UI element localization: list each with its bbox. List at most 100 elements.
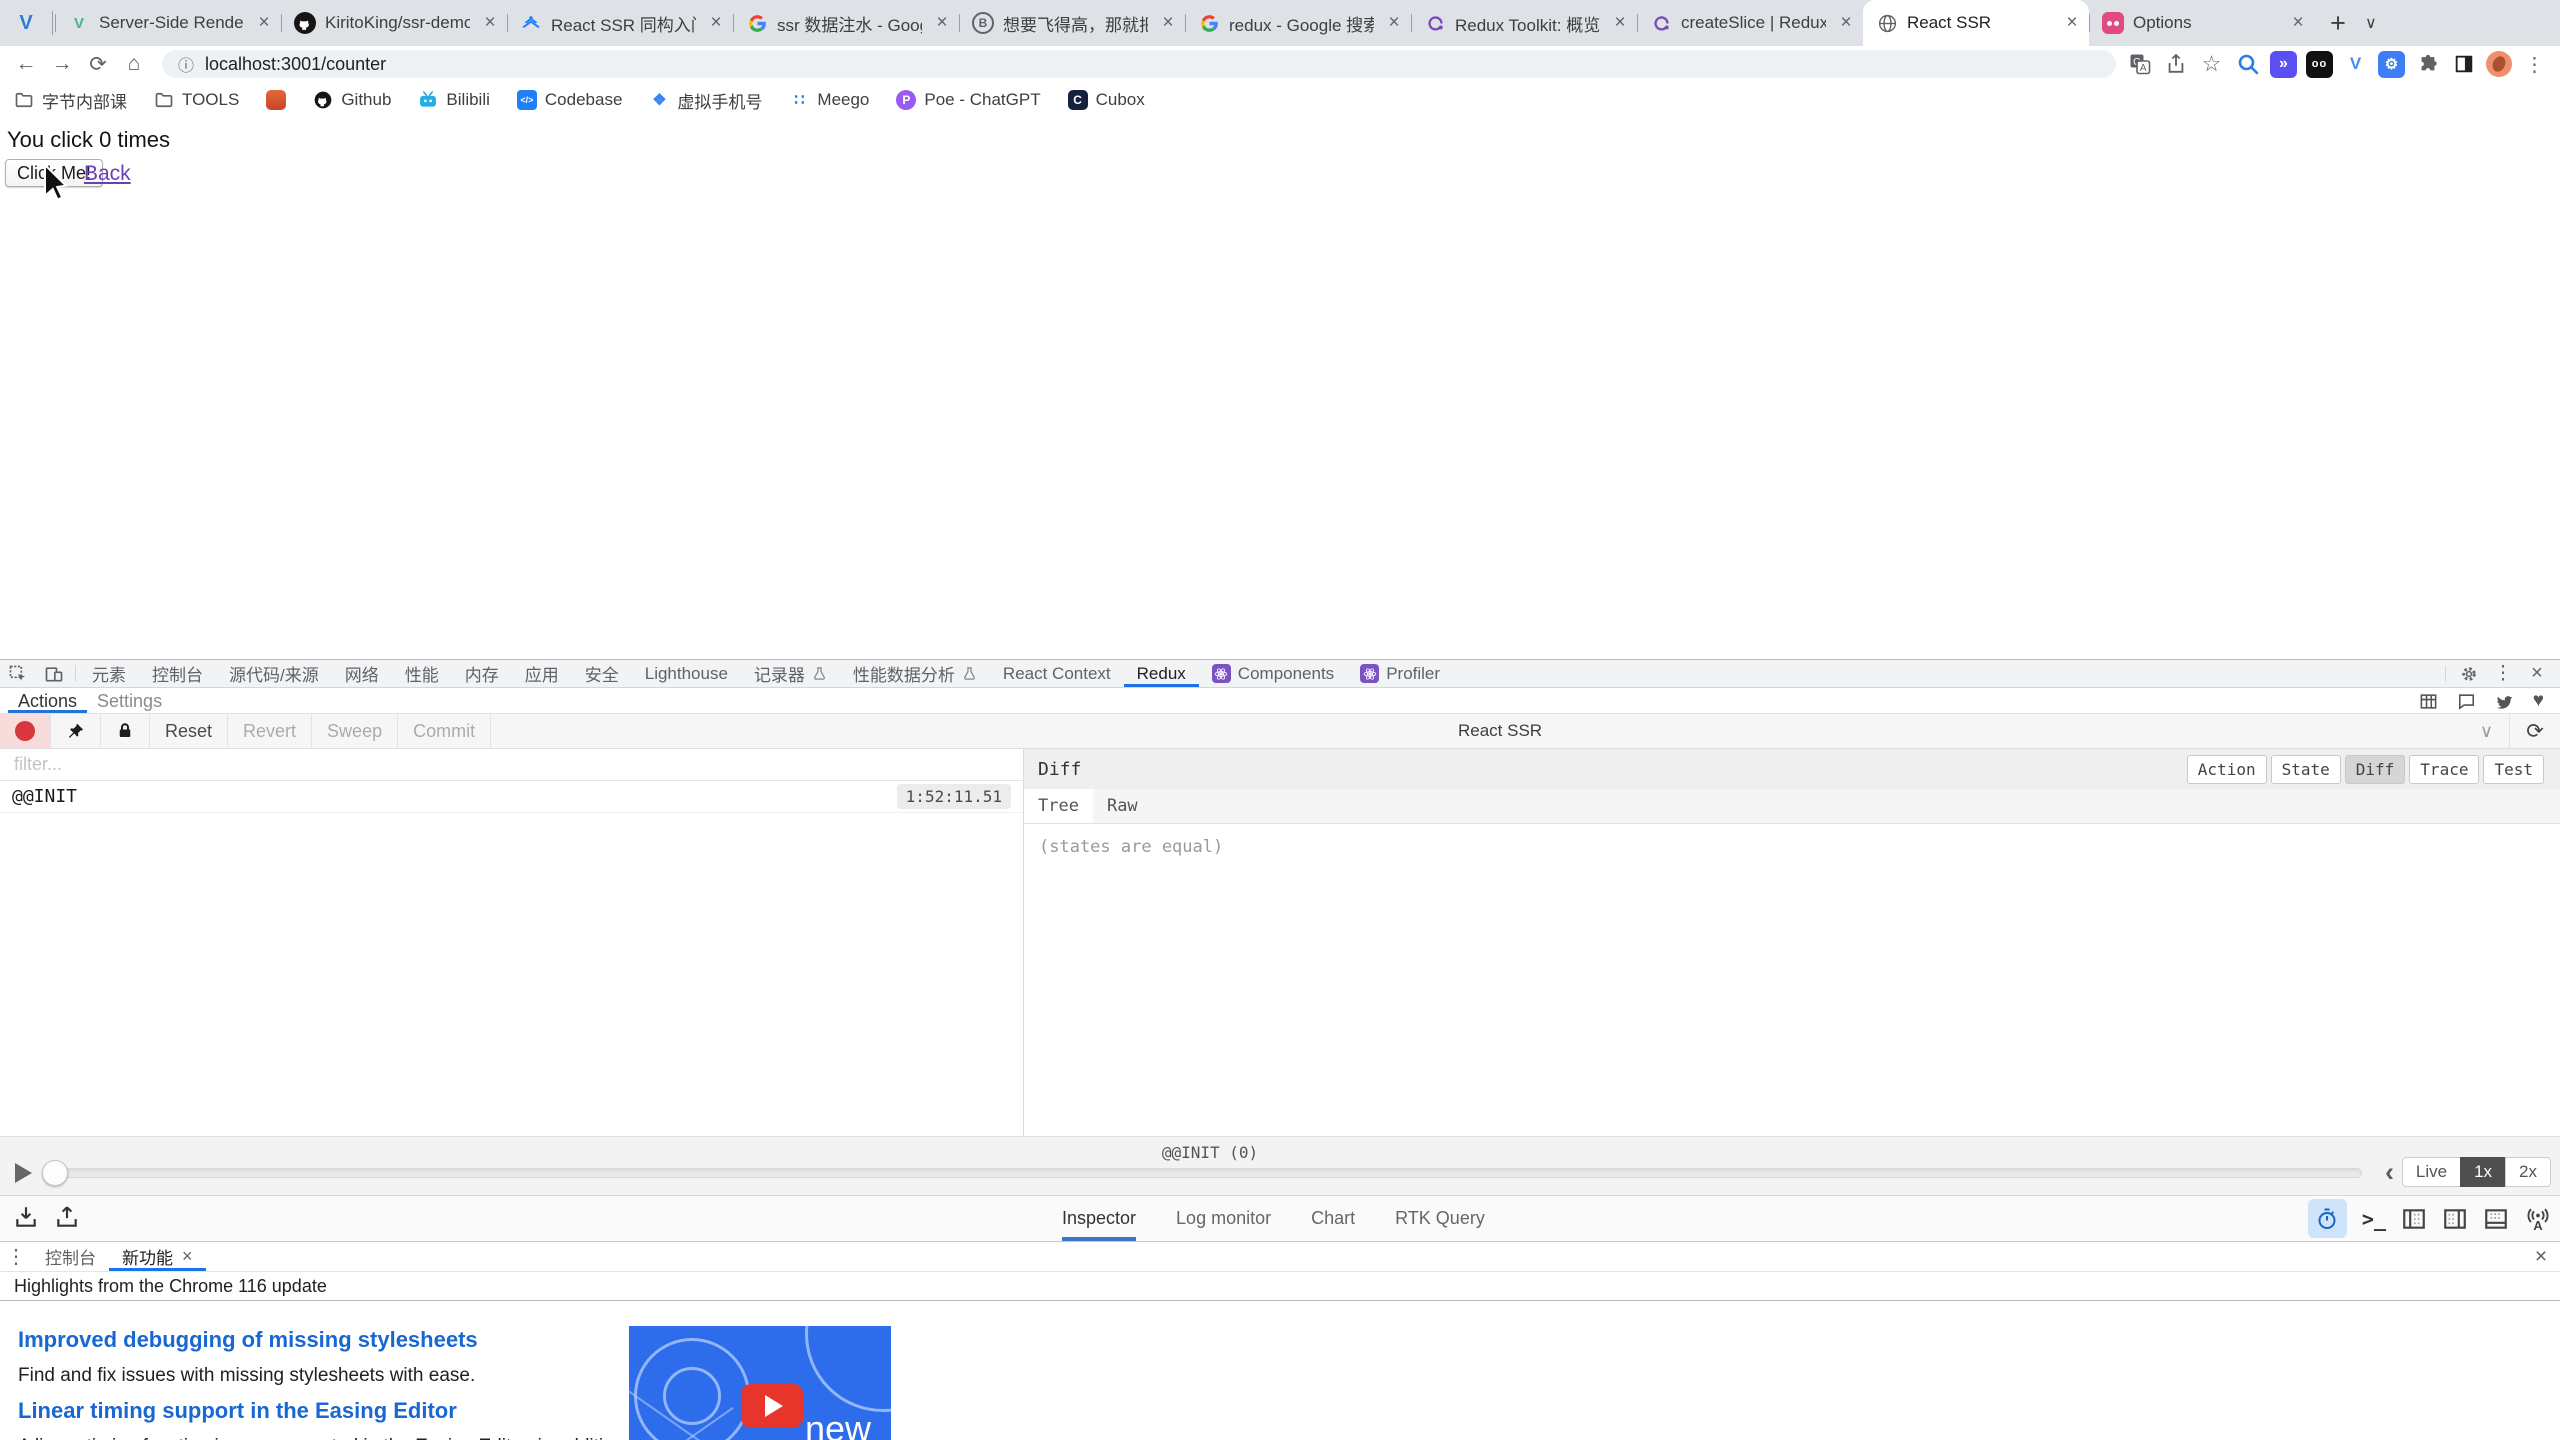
commit-button[interactable]: Commit	[398, 714, 491, 748]
layout-left-icon[interactable]	[2401, 1206, 2427, 1232]
tab-sources[interactable]: 源代码/来源	[216, 660, 332, 687]
export-icon[interactable]	[13, 1204, 39, 1230]
extensions-puzzle-icon[interactable]	[2414, 51, 2441, 78]
new-tab-button[interactable]: +	[2315, 8, 2361, 39]
tab-performance-insights[interactable]: 性能数据分析	[840, 660, 990, 687]
monitor-tab-rtk-query[interactable]: RTK Query	[1395, 1196, 1485, 1241]
inspect-element-icon[interactable]	[0, 660, 36, 687]
tab-profiler[interactable]: Profiler	[1347, 660, 1453, 687]
instance-select[interactable]: React SSR ∨	[491, 714, 2510, 748]
record-button[interactable]	[0, 714, 51, 748]
share-icon[interactable]	[2162, 51, 2189, 78]
close-icon[interactable]: ×	[1383, 12, 1405, 34]
close-icon[interactable]: ×	[253, 12, 275, 34]
tab-google-search-ssr[interactable]: ssr 数据注水 - Google 搜索 ×	[733, 0, 959, 46]
gear-icon[interactable]	[2454, 665, 2484, 683]
tab-performance[interactable]: 性能	[392, 660, 452, 687]
bookmark-folder-bytedance[interactable]: 字节内部课	[14, 88, 127, 113]
forward-icon[interactable]: →	[44, 48, 80, 80]
video-thumbnail[interactable]: new	[629, 1326, 891, 1440]
reset-button[interactable]: Reset	[150, 714, 228, 748]
bookmark-virtual-phone[interactable]: ❖ 虚拟手机号	[649, 88, 762, 113]
site-info-icon[interactable]: ⓘ	[178, 52, 194, 76]
back-link[interactable]: Back	[84, 162, 131, 186]
bookmark-github[interactable]: Github	[313, 90, 391, 110]
close-icon[interactable]: ×	[182, 1246, 193, 1267]
view-tab-tree[interactable]: Tree	[1024, 789, 1093, 823]
twitter-icon[interactable]	[2495, 692, 2514, 711]
article-title[interactable]: Improved debugging of missing stylesheet…	[18, 1327, 478, 1353]
tab-application[interactable]: 应用	[512, 660, 572, 687]
tab-console[interactable]: 控制台	[139, 660, 216, 687]
layout-bottom-icon[interactable]	[2483, 1206, 2509, 1232]
pinned-tab[interactable]: V	[0, 0, 52, 46]
revert-button[interactable]: Revert	[228, 714, 312, 748]
feedback-icon[interactable]	[2457, 692, 2476, 711]
reading-mode-icon[interactable]	[2450, 51, 2477, 78]
goggles-extension-icon[interactable]: oo	[2306, 51, 2333, 78]
close-icon[interactable]: ×	[705, 12, 727, 34]
mode-test-button[interactable]: Test	[2483, 755, 2544, 784]
bookmark-cubox[interactable]: C Cubox	[1068, 90, 1145, 110]
vue-devtools-icon[interactable]: V	[2342, 51, 2369, 78]
tab-memory[interactable]: 内存	[452, 660, 512, 687]
profile-avatar[interactable]	[2486, 51, 2512, 77]
close-icon[interactable]: ×	[1609, 12, 1631, 34]
tab-security[interactable]: 安全	[572, 660, 632, 687]
bookmark-codebase[interactable]: </> Codebase	[517, 90, 623, 110]
dispatcher-icon[interactable]: >_	[2362, 1207, 2386, 1231]
redux-tab-actions[interactable]: Actions	[8, 689, 87, 713]
search-extension-icon[interactable]	[2234, 51, 2261, 78]
play-icon[interactable]	[15, 1163, 32, 1183]
devtools-menu-icon[interactable]: ⋮	[2488, 662, 2518, 685]
tab-redux-toolkit-overview[interactable]: Redux Toolkit: 概览 | Redux 中 ×	[1411, 0, 1637, 46]
mode-trace-button[interactable]: Trace	[2409, 755, 2479, 784]
view-tab-raw[interactable]: Raw	[1093, 789, 1152, 823]
sync-button[interactable]: ⟳	[2510, 714, 2560, 748]
tab-components[interactable]: Components	[1199, 660, 1347, 687]
monitor-tab-log-monitor[interactable]: Log monitor	[1176, 1196, 1271, 1241]
home-icon[interactable]: ⌂	[116, 48, 152, 80]
speed-2x-button[interactable]: 2x	[2505, 1157, 2551, 1187]
lock-button[interactable]	[101, 714, 150, 748]
monitor-tab-chart[interactable]: Chart	[1311, 1196, 1355, 1241]
close-icon[interactable]: ×	[2287, 12, 2309, 34]
close-icon[interactable]: ×	[1157, 12, 1179, 34]
bookmark-folder-tools[interactable]: TOOLS	[154, 90, 239, 110]
device-toolbar-icon[interactable]	[36, 660, 72, 687]
bookmark-meego[interactable]: ∷ Meego	[789, 90, 869, 110]
action-list-item[interactable]: @@INIT 1:52:11.51	[0, 781, 1023, 813]
heart-icon[interactable]: ♥	[2533, 690, 2544, 712]
tab-juejin-article[interactable]: React SSR 同构入门与原理 - 掘 ×	[507, 0, 733, 46]
tab-blog-article[interactable]: B 想要飞得高，那就把地平线忘掉 ×	[959, 0, 1185, 46]
speed-live-button[interactable]: Live	[2402, 1157, 2461, 1187]
speed-1x-button[interactable]: 1x	[2460, 1157, 2506, 1187]
close-icon[interactable]: ×	[1835, 12, 1857, 34]
timeline-slider[interactable]	[46, 1168, 2362, 1178]
tab-search-chevron-icon[interactable]: ∨	[2365, 13, 2377, 33]
monitor-tab-inspector[interactable]: Inspector	[1062, 1196, 1136, 1241]
import-icon[interactable]	[54, 1204, 80, 1230]
filter-input[interactable]	[0, 754, 1023, 775]
tab-network[interactable]: 网络	[332, 660, 392, 687]
bookmark-bilibili[interactable]: Bilibili	[418, 90, 489, 110]
bookmark-star-icon[interactable]: ☆	[2198, 51, 2225, 78]
translate-icon[interactable]: GA	[2126, 51, 2153, 78]
slider-toggle-button[interactable]	[2308, 1199, 2347, 1238]
tab-google-search-redux[interactable]: redux - Google 搜索 ×	[1185, 0, 1411, 46]
mode-state-button[interactable]: State	[2271, 755, 2341, 784]
mode-diff-button[interactable]: Diff	[2345, 755, 2406, 784]
reload-icon[interactable]: ⟳	[80, 48, 116, 80]
slider-thumb[interactable]	[42, 1160, 68, 1186]
layout-right-icon[interactable]	[2442, 1206, 2468, 1232]
pin-button[interactable]	[51, 714, 101, 748]
table-view-icon[interactable]	[2419, 692, 2438, 711]
youtube-play-icon[interactable]	[741, 1384, 803, 1428]
tab-redux[interactable]: Redux	[1124, 660, 1199, 687]
tab-options[interactable]: Options ×	[2089, 0, 2315, 46]
address-bar[interactable]: ⓘ localhost:3001/counter	[162, 50, 2116, 78]
remote-icon[interactable]: A	[2524, 1205, 2552, 1233]
close-devtools-icon[interactable]: ×	[2522, 662, 2552, 685]
bookmark-unlabeled[interactable]	[266, 90, 286, 110]
sweep-button[interactable]: Sweep	[312, 714, 398, 748]
